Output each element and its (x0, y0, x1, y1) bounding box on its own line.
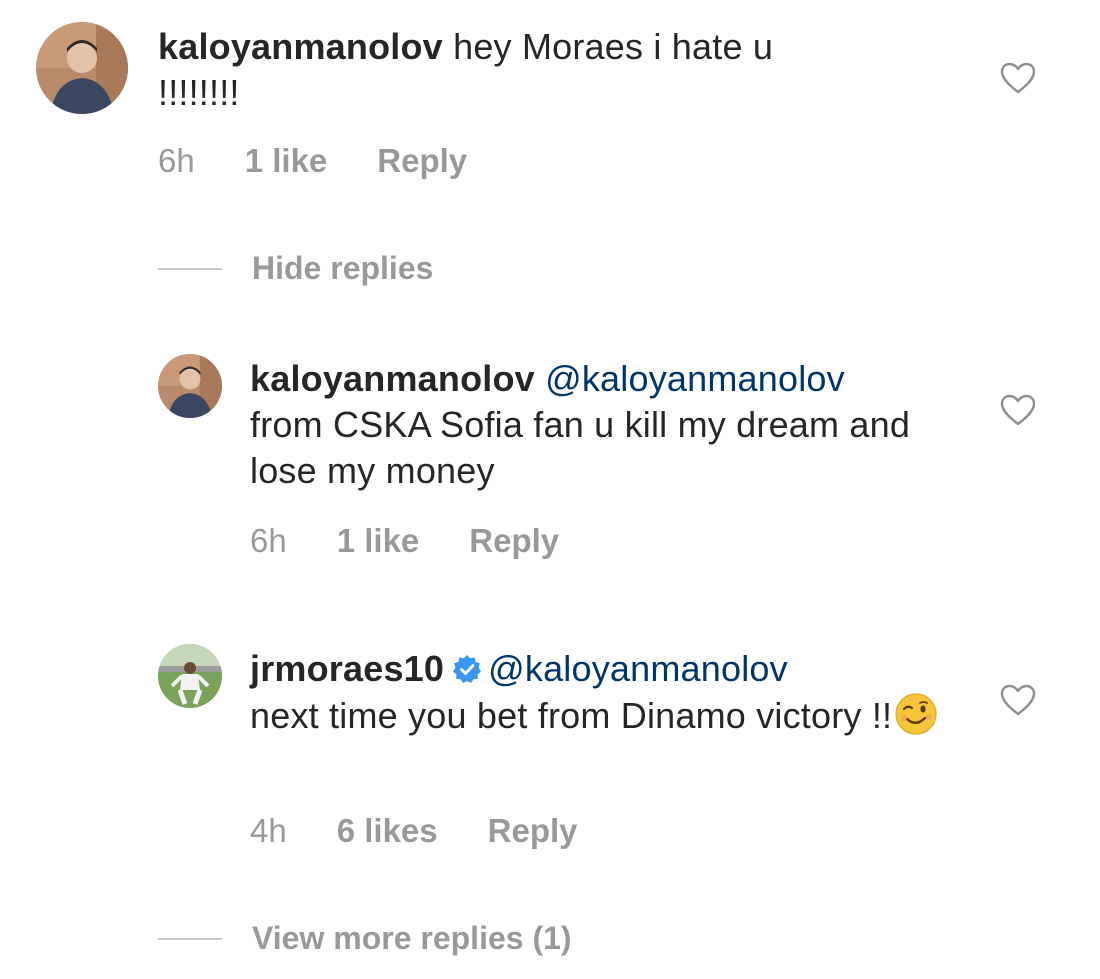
comment-time: 4h (250, 812, 287, 849)
like-heart-icon[interactable] (1000, 684, 1036, 716)
comment-time: 6h (158, 142, 195, 179)
avatar[interactable] (158, 644, 222, 708)
divider-line (158, 937, 222, 940)
comment-text: kaloyanmanolov @kaloyanmanolov from CSKA… (250, 356, 950, 494)
avatar[interactable] (158, 354, 222, 418)
likes-count-button[interactable]: 1 like (245, 142, 328, 180)
comment-time: 6h (250, 522, 287, 559)
verified-badge-icon (452, 654, 482, 684)
comment-top-level: kaloyanmanolov hey Moraes i hate u !!!!!… (0, 0, 1100, 200)
comment-text: kaloyanmanolov hey Moraes i hate u !!!!!… (158, 24, 858, 116)
avatar-image (36, 22, 128, 114)
comment-meta: 6h 1 like Reply (250, 522, 559, 560)
reply-button[interactable]: Reply (469, 522, 559, 560)
likes-count-button[interactable]: 6 likes (337, 812, 438, 850)
comment-body: next time you bet from Dinamo victory !! (250, 695, 893, 736)
mention-link[interactable]: @kaloyanmanolov (488, 648, 788, 689)
view-more-replies-button[interactable]: View more replies (1) (158, 920, 572, 957)
divider-line (158, 267, 222, 270)
username[interactable]: kaloyanmanolov (250, 358, 535, 399)
view-more-replies-label: View more replies (1) (252, 920, 572, 956)
reply-comment: kaloyanmanolov @kaloyanmanolov from CSKA… (0, 340, 1100, 580)
reply-button[interactable]: Reply (488, 812, 578, 850)
like-heart-icon[interactable] (1000, 394, 1036, 426)
winking-face-emoji-icon (894, 692, 938, 736)
comment-body: from CSKA Sofia fan u kill my dream and … (250, 404, 911, 491)
avatar[interactable] (36, 22, 128, 114)
avatar-image (158, 644, 222, 708)
mention-link[interactable]: @kaloyanmanolov (545, 358, 845, 399)
avatar-image (158, 354, 222, 418)
comment-text: jrmoraes10 @kaloyanmanolov next time you … (250, 646, 950, 739)
like-heart-icon[interactable] (1000, 62, 1036, 94)
username[interactable]: jrmoraes10 (250, 648, 444, 689)
username[interactable]: kaloyanmanolov (158, 26, 443, 67)
comment-meta: 4h 6 likes Reply (250, 812, 578, 850)
hide-replies-button[interactable]: Hide replies (158, 250, 433, 287)
likes-count-button[interactable]: 1 like (337, 522, 420, 560)
reply-comment: jrmoraes10 @kaloyanmanolov next time you … (0, 630, 1100, 870)
comment-meta: 6h 1 like Reply (158, 142, 467, 180)
hide-replies-label: Hide replies (252, 250, 434, 286)
reply-button[interactable]: Reply (377, 142, 467, 180)
